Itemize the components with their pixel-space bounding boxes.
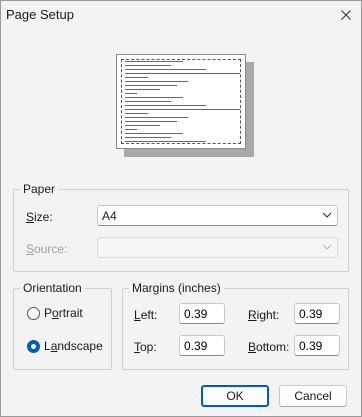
close-button[interactable]	[335, 4, 357, 26]
bottom-margin-label: Bottom:	[248, 340, 290, 354]
size-label: Size:	[26, 210, 53, 224]
source-label: Source:	[26, 242, 68, 256]
right-margin-label: Right:	[248, 308, 280, 322]
preview-text-lines	[125, 61, 240, 145]
size-select[interactable]: A4	[97, 205, 338, 226]
cancel-button[interactable]: Cancel	[279, 385, 347, 407]
landscape-radio-indicator[interactable]	[27, 339, 40, 353]
landscape-label: Landscape	[44, 339, 103, 353]
portrait-label: Portrait	[44, 306, 83, 320]
orientation-group-label: Orientation	[23, 281, 82, 295]
page-preview	[116, 54, 256, 159]
landscape-radio[interactable]: Landscape	[27, 339, 103, 353]
left-margin-label: Left:	[134, 308, 158, 322]
margins-group-label: Margins (inches)	[132, 281, 221, 295]
left-margin-input[interactable]	[179, 303, 225, 324]
size-value: A4	[102, 209, 117, 223]
preview-paper	[116, 54, 246, 149]
bottom-margin-input[interactable]	[294, 335, 340, 356]
ok-button[interactable]: OK	[201, 385, 269, 407]
right-margin-input[interactable]	[294, 303, 340, 324]
portrait-radio-indicator[interactable]	[27, 306, 40, 320]
portrait-radio[interactable]: Portrait	[27, 306, 83, 320]
page-setup-dialog: Page Setup Paper Size: A4 Source: Orient…	[0, 0, 362, 417]
orientation-group: Orientation	[13, 281, 112, 370]
top-margin-input[interactable]	[179, 335, 225, 356]
source-select[interactable]	[97, 237, 338, 258]
top-margin-label: Top:	[134, 340, 157, 354]
chevron-down-icon	[322, 244, 332, 250]
window-title: Page Setup	[6, 7, 74, 22]
chevron-down-icon	[322, 212, 332, 218]
title-bar: Page Setup	[1, 1, 361, 31]
paper-group: Paper	[13, 182, 349, 272]
paper-group-label: Paper	[23, 182, 56, 196]
close-icon	[341, 10, 351, 20]
margins-group: Margins (inches)	[122, 281, 349, 370]
